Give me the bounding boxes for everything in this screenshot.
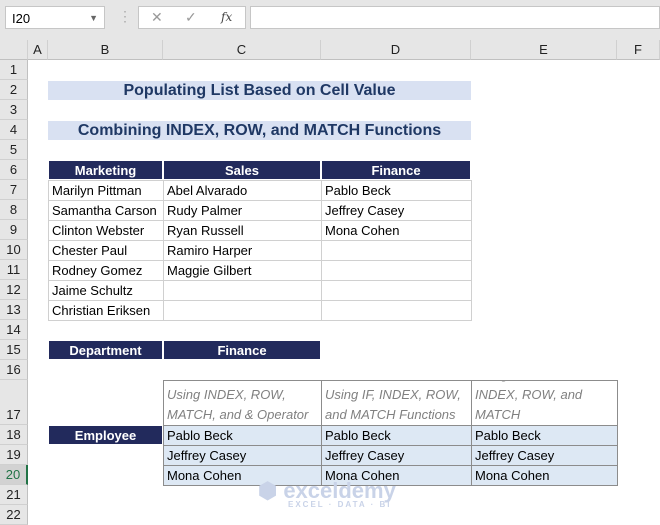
- employee-label: Employee: [48, 425, 163, 445]
- result-cell[interactable]: Jeffrey Casey: [163, 445, 322, 466]
- row-header-row-20[interactable]: 20: [0, 465, 28, 485]
- dept-table-cell[interactable]: Mona Cohen: [321, 220, 472, 241]
- subtitle-banner: Combining INDEX, ROW, and MATCH Function…: [48, 121, 471, 140]
- column-header-col-5[interactable]: F: [617, 40, 660, 60]
- result-cell[interactable]: Pablo Beck: [163, 425, 322, 446]
- result-cell[interactable]: Jeffrey Casey: [471, 445, 618, 466]
- chevron-down-icon[interactable]: ▼: [89, 7, 98, 30]
- dept-table-cell[interactable]: Jeffrey Casey: [321, 200, 472, 221]
- row-header-row-16[interactable]: 16: [0, 360, 28, 380]
- row-header-row-12[interactable]: 12: [0, 280, 28, 300]
- column-header-col-4[interactable]: E: [471, 40, 617, 60]
- column-header-col-2[interactable]: C: [163, 40, 321, 60]
- row-header-row-11[interactable]: 11: [0, 260, 28, 280]
- row-header-row-22[interactable]: 22: [0, 505, 28, 525]
- row-header-row-14[interactable]: 14: [0, 320, 28, 340]
- name-box-value: I20: [12, 11, 31, 26]
- row-header-row-17[interactable]: 17: [0, 380, 28, 425]
- dept-table-cell[interactable]: Maggie Gilbert: [163, 260, 322, 281]
- dept-table-header: Finance: [321, 160, 471, 180]
- dept-table-cell[interactable]: Rudy Palmer: [163, 200, 322, 221]
- row-header-row-9[interactable]: 9: [0, 220, 28, 240]
- row-header-row-2[interactable]: 2: [0, 80, 28, 100]
- dept-table-cell[interactable]: Ramiro Harper: [163, 240, 322, 261]
- select-all-corner[interactable]: [0, 40, 28, 60]
- dept-table-cell[interactable]: [321, 240, 472, 261]
- row-header-row-5[interactable]: 5: [0, 140, 28, 160]
- dept-table-cell[interactable]: Abel Alvarado: [163, 180, 322, 201]
- dept-table-cell[interactable]: Jaime Schultz: [48, 280, 164, 301]
- dept-table-cell[interactable]: Marilyn Pittman: [48, 180, 164, 201]
- row-header-row-6[interactable]: 6: [0, 160, 28, 180]
- result-header: Using INDEX, ROW, MATCH, and & Operator: [163, 380, 322, 426]
- row-header-row-8[interactable]: 8: [0, 200, 28, 220]
- row-header-row-21[interactable]: 21: [0, 485, 28, 505]
- dept-table-cell[interactable]: [321, 300, 472, 321]
- row-header-row-19[interactable]: 19: [0, 445, 28, 465]
- column-header-col-1[interactable]: B: [48, 40, 163, 60]
- dept-table-cell[interactable]: [321, 260, 472, 281]
- formula-buttons: ✕ ✓ fx: [138, 6, 246, 29]
- row-header-row-18[interactable]: 18: [0, 425, 28, 445]
- row-header-row-1[interactable]: 1: [0, 60, 28, 80]
- dept-table-cell[interactable]: Pablo Beck: [321, 180, 472, 201]
- formula-toolbar: I20 ▼ ⋮ ✕ ✓ fx: [0, 0, 660, 40]
- result-header: Using IF, INDEX, ROW, and MATCH Function…: [321, 380, 472, 426]
- name-box[interactable]: I20 ▼: [5, 6, 105, 29]
- formula-input[interactable]: [250, 6, 660, 29]
- enter-icon[interactable]: ✓: [185, 9, 197, 26]
- dept-table-header: Sales: [163, 160, 321, 180]
- result-cell[interactable]: Mona Cohen: [471, 465, 618, 486]
- row-header-row-15[interactable]: 15: [0, 340, 28, 360]
- dept-table-cell[interactable]: Clinton Webster: [48, 220, 164, 241]
- dept-table-cell[interactable]: Christian Eriksen: [48, 300, 164, 321]
- dept-table-cell[interactable]: [163, 300, 322, 321]
- dept-table-cell[interactable]: Chester Paul: [48, 240, 164, 261]
- result-cell[interactable]: Pablo Beck: [471, 425, 618, 446]
- row-header-row-3[interactable]: 3: [0, 100, 28, 120]
- drag-handle-icon: ⋮: [118, 8, 132, 24]
- result-header: Using IFERROR, INDEX, ROW, and MATCH: [471, 380, 618, 426]
- result-cell[interactable]: Jeffrey Casey: [321, 445, 472, 466]
- row-header-row-4[interactable]: 4: [0, 120, 28, 140]
- row-header-row-10[interactable]: 10: [0, 240, 28, 260]
- dept-table-cell[interactable]: Ryan Russell: [163, 220, 322, 241]
- column-header-col-0[interactable]: A: [28, 40, 48, 60]
- dept-table-cell[interactable]: Samantha Carson: [48, 200, 164, 221]
- exceldemy-watermark: ⬢ exceldemy EXCEL · DATA · BI: [258, 478, 396, 509]
- row-header-row-13[interactable]: 13: [0, 300, 28, 320]
- column-header-col-3[interactable]: D: [321, 40, 471, 60]
- title-banner: Populating List Based on Cell Value: [48, 81, 471, 100]
- row-header-row-7[interactable]: 7: [0, 180, 28, 200]
- dept-table-cell[interactable]: [163, 280, 322, 301]
- insert-function-icon[interactable]: fx: [221, 10, 232, 24]
- cancel-icon[interactable]: ✕: [151, 9, 163, 26]
- department-value-cell[interactable]: Finance: [163, 340, 321, 360]
- dept-table-cell[interactable]: [321, 280, 472, 301]
- dept-table-cell[interactable]: Rodney Gomez: [48, 260, 164, 281]
- department-label: Department: [48, 340, 163, 360]
- dept-table-header: Marketing: [48, 160, 163, 180]
- result-cell[interactable]: Pablo Beck: [321, 425, 472, 446]
